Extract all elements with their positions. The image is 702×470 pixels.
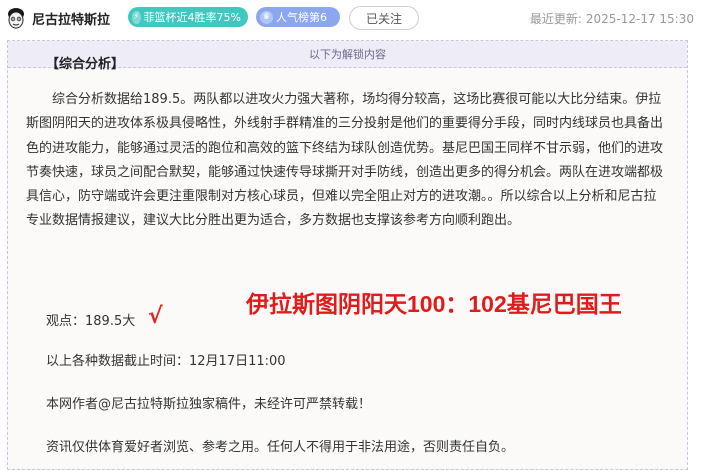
article-body: 【综合分析】 综合分析数据给189.5。两队都以进攻火力强大著称，场均得分较高，… [26,53,666,234]
popularity-badge: ♛ 人气榜第6 [256,7,340,27]
win-rate-badge: ⚡ 菲篮杯近4胜率75% [128,7,248,27]
avatar[interactable] [6,5,26,31]
analysis-paragraph: 综合分析数据给189.5。两队都以进攻火力强大著称，场均得分较高，这场比赛很可能… [26,92,664,229]
copyright-line: 本网作者@尼古拉特斯拉独家稿件，未经许可严禁转载！ [46,397,372,412]
author-name[interactable]: 尼古拉特斯拉 [32,9,110,28]
follow-button[interactable]: 已关注 [349,6,419,30]
last-update-time: 2025-12-17 15:30 [585,12,694,26]
popularity-badge-label: 人气榜第6 [276,11,327,24]
last-update: 最近更新: 2025-12-17 15:30 [530,10,694,27]
win-rate-badge-label: 菲篮杯近4胜率75% [143,11,241,24]
author-header: 尼古拉特斯拉 ⚡ 菲篮杯近4胜率75% ♛ 人气榜第6 已关注 最近更新: 202… [0,0,702,38]
score-overlay-text: 伊拉斯图阴阳天100：102基尼巴国王 [246,291,622,317]
lightning-icon: ⚡ [132,10,141,24]
section-heading: 【综合分析】 [46,57,125,72]
crown-icon: ♛ [260,10,273,24]
viewpoint-line: 观点：189.5大 [46,314,136,329]
check-mark: √ [148,304,163,329]
last-update-label: 最近更新: [529,12,582,26]
disclaimer-line: 资讯仅供体育爱好者浏览、参考之用。任何人不得用于非法用途，否则责任自负。 [46,440,515,455]
avatar-face-icon [8,8,24,29]
data-cutoff-line: 以上各种数据截止时间：12月17日11:00 [46,354,286,369]
